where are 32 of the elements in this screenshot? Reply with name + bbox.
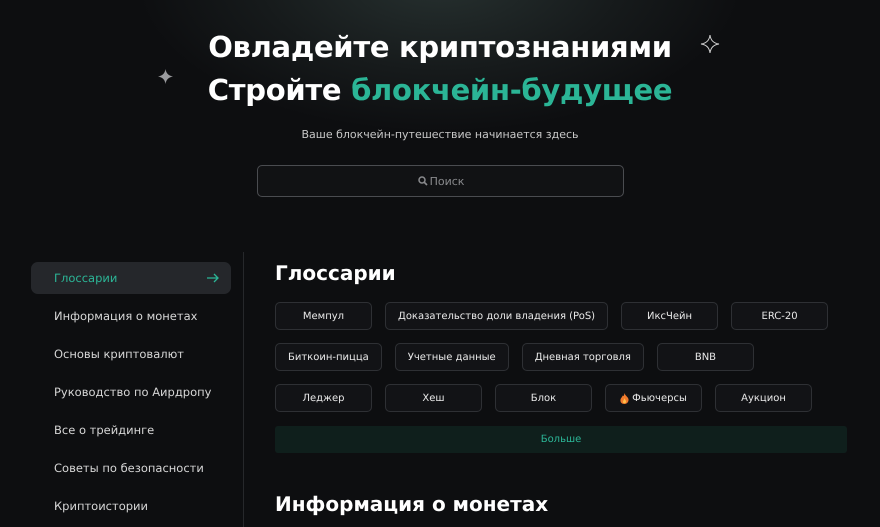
section-heading: Глоссарии [275, 260, 397, 286]
more-button[interactable]: Больше [275, 426, 847, 453]
glossary-tag[interactable]: Биткоин-пицца [275, 343, 382, 371]
glossary-tag[interactable]: Блок [495, 384, 592, 412]
search-icon [418, 176, 428, 186]
sidebar-item[interactable]: Криптоистории [31, 490, 231, 522]
sidebar-item[interactable]: Информация о монетах [31, 300, 231, 332]
sidebar-item[interactable]: Руководство по Аирдропу [31, 376, 231, 408]
sparkle-icon [158, 69, 173, 84]
section-heading: Информация о монетах [275, 491, 550, 517]
sidebar-item[interactable]: Все о трейдинге [31, 414, 231, 446]
hero-title: Овладейте криптознаниями [208, 29, 672, 66]
glossary-tag[interactable]: ERC-20 [731, 302, 828, 330]
hero-title: Стройте блокчейн-будущее [208, 72, 672, 109]
glossary-tag[interactable]: Доказательство доли владения (PoS) [385, 302, 608, 330]
sidebar-item[interactable]: Основы криптовалют [31, 338, 231, 370]
glossary-tag[interactable]: Дневная торговля [522, 343, 644, 371]
sidebar-item[interactable]: Советы по безопасности [31, 452, 231, 484]
sidebar-item[interactable]: Глоссарии [31, 262, 231, 294]
arrow-icon [207, 273, 219, 283]
glossary-tag[interactable]: Хеш [385, 384, 482, 412]
glossary-tag[interactable]: Учетные данные [394, 343, 509, 371]
hero-subtitle: Ваше блокчейн-путешествие начинается здесь [301, 128, 579, 141]
glossary-tag[interactable]: ИксЧейн [621, 302, 718, 330]
glossary-tag[interactable]: Аукцион [715, 384, 812, 412]
sparkle-icon [700, 34, 720, 54]
glossary-tag[interactable]: BNB [656, 343, 754, 371]
glossary-tag[interactable]: Леджер [275, 384, 372, 412]
glossary-tag[interactable]: Фьючерсы [605, 384, 702, 412]
glossary-tag[interactable]: Мемпул [275, 302, 372, 330]
flame-icon [620, 392, 630, 404]
search-field[interactable]: Поиск [256, 165, 624, 197]
